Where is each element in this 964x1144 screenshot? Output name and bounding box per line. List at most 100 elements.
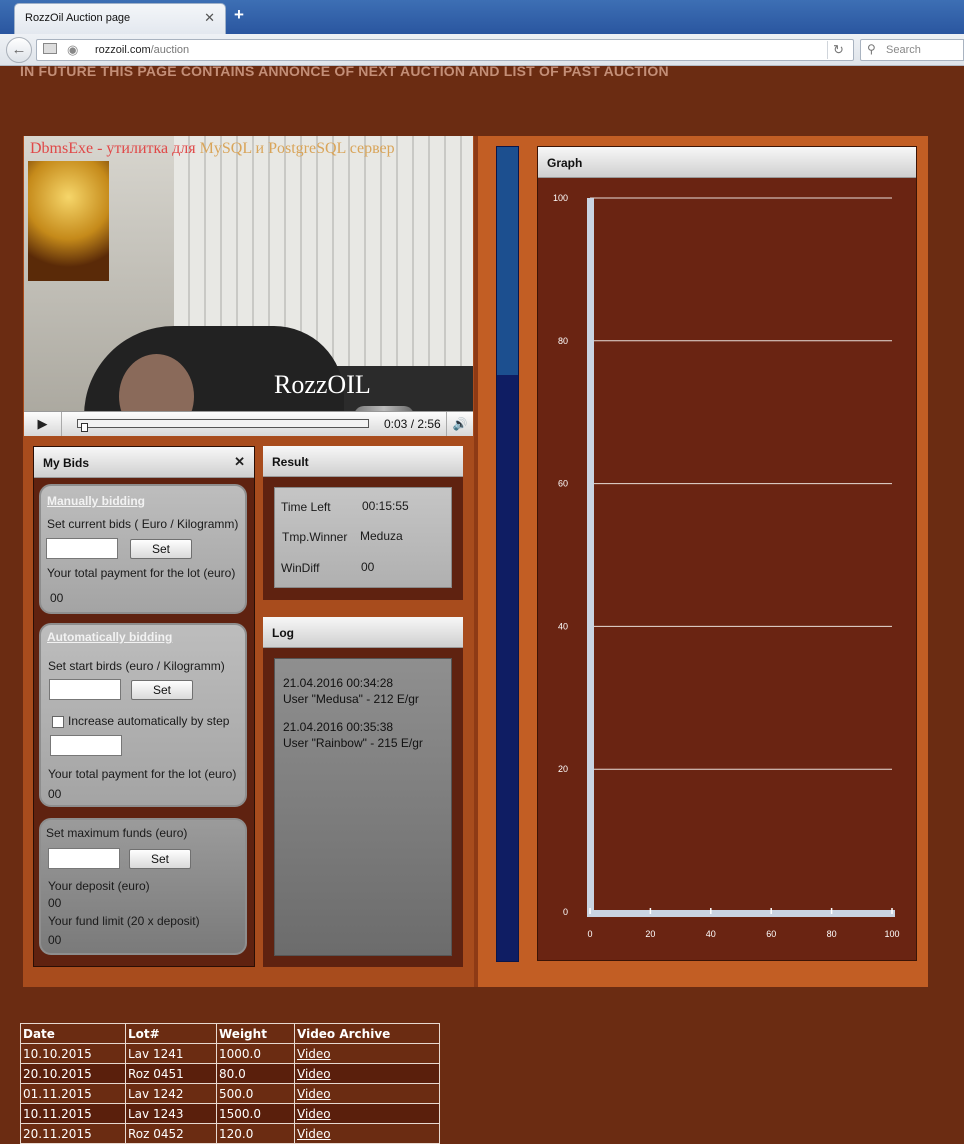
- url-host: rozzoil.com: [95, 44, 151, 56]
- x-tick-label: 40: [706, 929, 716, 939]
- y-tick-label: 60: [558, 479, 568, 489]
- browser-tab[interactable]: RozzOil Auction page ✕: [14, 3, 226, 34]
- max-funds-label: Set maximum funds (euro): [46, 826, 188, 840]
- search-box[interactable]: ⚲ Search: [860, 39, 964, 61]
- result-panel: Result Time Left 00:15:55 Tmp.Winner Med…: [263, 446, 463, 600]
- deposit-label: Your deposit (euro): [48, 879, 150, 893]
- log-box: 21.04.2016 00:34:28 User "Medusa" - 212 …: [274, 658, 452, 956]
- url-path: /auction: [150, 44, 190, 56]
- new-tab-button[interactable]: +: [234, 5, 244, 25]
- browser-nav-bar: ← ◉ rozzoil.com/auction ↻ ⚲ Search: [0, 34, 964, 66]
- log-header: Log: [263, 617, 463, 648]
- cell-weight: 1000.0: [216, 1043, 295, 1064]
- ticker-text: MySQL и PostgreSQL сервер: [199, 140, 395, 157]
- auction-archive-table: Date Lot# Weight Video Archive 10.10.201…: [20, 1023, 440, 1144]
- play-icon[interactable]: ▶: [24, 412, 62, 436]
- manual-payment-value: 00: [50, 591, 64, 605]
- manual-set-button[interactable]: Set: [130, 539, 192, 559]
- log-entry-text: User "Rainbow" - 215 E/gr: [283, 736, 423, 750]
- x-tick-label: 80: [827, 929, 837, 939]
- volume-icon[interactable]: 🔊: [446, 412, 473, 436]
- y-axis: [587, 198, 594, 916]
- video-link[interactable]: Video: [297, 1127, 331, 1141]
- video-link[interactable]: Video: [297, 1047, 331, 1061]
- video-link[interactable]: Video: [297, 1087, 331, 1101]
- table-header-row: Date Lot# Weight Video Archive: [20, 1023, 440, 1044]
- y-tick-label: 0: [563, 907, 568, 917]
- column-divider: [474, 136, 478, 987]
- cell-lot: Lav 1241: [125, 1043, 217, 1064]
- table-row: 10.11.2015 Lav 1243 1500.0 Video: [20, 1103, 440, 1124]
- cell-lot: Lav 1242: [125, 1083, 217, 1104]
- video-link[interactable]: Video: [297, 1107, 331, 1121]
- manual-bid-input[interactable]: [46, 538, 118, 559]
- tab-title: RozzOil Auction page: [25, 12, 131, 24]
- cell-video: Video: [294, 1103, 440, 1124]
- result-title: Result: [272, 455, 309, 469]
- auto-start-input[interactable]: [49, 679, 121, 700]
- auto-payment-label: Your total payment for the lot (euro): [48, 767, 237, 781]
- log-title: Log: [272, 626, 294, 640]
- announcement-heading: IN FUTURE THIS PAGE CONTAINS ANNONCE OF …: [20, 63, 669, 79]
- result-box: Time Left 00:15:55 Tmp.Winner Meduza Win…: [274, 487, 452, 588]
- x-tick-label: 60: [766, 929, 776, 939]
- cell-weight: 120.0: [216, 1123, 295, 1144]
- video-time: 0:03 / 2:56: [384, 417, 441, 431]
- graph-header: Graph: [538, 147, 916, 178]
- manual-bidding-box: Manually bidding Set current bids ( Euro…: [39, 484, 247, 614]
- auto-set-button[interactable]: Set: [131, 680, 193, 700]
- graph-title: Graph: [547, 156, 583, 170]
- time-left-label: Time Left: [281, 500, 331, 514]
- browser-tab-bar: RozzOil Auction page ✕ +: [0, 0, 964, 34]
- graph-chart: 0 20 40 60 80 100 0 20 40 60 80 100: [553, 193, 900, 939]
- table-row: 20.10.2015 Roz 0451 80.0 Video: [20, 1063, 440, 1084]
- video-link[interactable]: Video: [297, 1067, 331, 1081]
- result-header: Result: [263, 446, 463, 477]
- vertical-progress-bar: [496, 146, 519, 962]
- seek-handle[interactable]: [80, 423, 88, 432]
- y-tick-label: 100: [553, 193, 568, 203]
- search-placeholder: Search: [886, 44, 921, 56]
- max-funds-input[interactable]: [48, 848, 120, 869]
- rozzoil-logo: [28, 161, 109, 281]
- y-tick-label: 20: [558, 764, 568, 774]
- time-left-value: 00:15:55: [362, 499, 409, 513]
- cell-weight: 80.0: [216, 1063, 295, 1084]
- winner-value: Meduza: [360, 529, 403, 543]
- my-bids-panel: My Bids ✕ Manually bidding Set current b…: [33, 446, 255, 967]
- fund-limit-label: Your fund limit (20 x deposit): [48, 914, 200, 928]
- step-input[interactable]: [50, 735, 122, 756]
- auto-start-label: Set start birds (euro / Kilogramm): [48, 659, 225, 673]
- globe-icon: ◉: [67, 42, 79, 57]
- url-text: rozzoil.com/auction: [95, 44, 189, 56]
- video-ticker: DbmsExe - утилитка для MySQL и PostgreSQ…: [30, 140, 395, 158]
- log-panel: Log 21.04.2016 00:34:28 User "Medusa" - …: [263, 617, 463, 967]
- cell-date: 01.11.2015: [20, 1083, 126, 1104]
- close-icon[interactable]: ✕: [234, 454, 245, 470]
- video-player[interactable]: DbmsExe - утилитка для MySQL и PostgreSQ…: [24, 136, 473, 436]
- increase-checkbox[interactable]: [52, 716, 64, 728]
- funds-set-button[interactable]: Set: [129, 849, 191, 869]
- cell-weight: 500.0: [216, 1083, 295, 1104]
- address-bar[interactable]: ◉ rozzoil.com/auction ↻: [36, 39, 854, 61]
- x-tick-label: 0: [587, 929, 592, 939]
- manual-bidding-link[interactable]: Manually bidding: [47, 494, 145, 508]
- tab-close-icon[interactable]: ✕: [204, 10, 215, 26]
- cell-lot: Lav 1243: [125, 1103, 217, 1124]
- y-tick-label: 40: [558, 621, 568, 631]
- reload-icon[interactable]: ↻: [827, 41, 849, 59]
- funds-box: Set maximum funds (euro) Set Your deposi…: [39, 818, 247, 955]
- col-header-lot: Lot#: [125, 1023, 217, 1044]
- log-entry: 21.04.2016 00:34:28 User "Medusa" - 212 …: [283, 675, 419, 707]
- log-entry-text: User "Medusa" - 212 E/gr: [283, 692, 419, 706]
- col-header-video: Video Archive: [294, 1023, 440, 1044]
- col-header-weight: Weight: [216, 1023, 295, 1044]
- log-entry-time: 21.04.2016 00:35:38: [283, 720, 394, 734]
- cell-weight: 1500.0: [216, 1103, 295, 1124]
- auto-payment-value: 00: [48, 787, 62, 801]
- cell-date: 20.10.2015: [20, 1063, 126, 1084]
- back-button[interactable]: ←: [6, 37, 32, 63]
- video-seek-bar[interactable]: [77, 419, 369, 432]
- auto-bidding-link[interactable]: Automatically bidding: [47, 630, 172, 644]
- fund-limit-value: 00: [48, 933, 62, 947]
